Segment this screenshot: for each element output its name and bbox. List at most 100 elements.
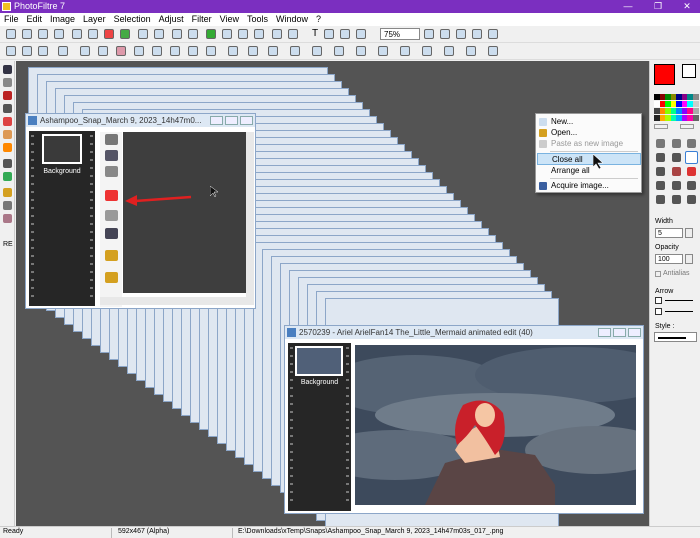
blur-tool-icon[interactable] [656,195,665,204]
filter-blur-icon[interactable] [188,46,198,56]
menu-selection[interactable]: Selection [110,13,155,24]
explorer-icon[interactable] [3,78,12,87]
script-icon[interactable] [3,104,12,113]
menu-image[interactable]: Image [46,13,79,24]
scissors-icon[interactable] [105,134,118,145]
doc-close-button[interactable] [240,116,253,125]
width-input[interactable]: 5 [655,228,683,238]
transform-icon[interactable] [238,29,248,39]
opacity-input[interactable]: 100 [655,254,683,264]
filter-watercolor-icon[interactable] [444,46,454,56]
width-spinner[interactable] [685,228,693,238]
filter-gamma-icon[interactable] [80,46,90,56]
redo-icon[interactable] [120,29,130,39]
capture-icon[interactable] [3,214,12,223]
filter-edge-icon[interactable] [268,46,278,56]
filter-texture-icon[interactable] [290,46,300,56]
filter-oil-icon[interactable] [422,46,432,56]
shape-icon[interactable] [324,29,334,39]
layer-thumbnail[interactable] [42,134,82,164]
layer-icon[interactable] [206,29,216,39]
fx-icon[interactable] [3,130,12,139]
transfer-icon[interactable] [105,166,118,177]
paste-icon[interactable] [88,29,98,39]
antialias-checkbox[interactable] [655,271,661,277]
cut-icon[interactable] [72,29,82,39]
open-gif-icon[interactable] [105,250,118,261]
filter-gradient-icon[interactable] [312,46,322,56]
document-title-bar[interactable]: Ashampoo_Snap_March 9, 2023_14h47m0... [26,114,255,127]
folder-icon[interactable] [3,188,12,197]
line-tool-icon[interactable] [685,151,698,164]
hand-tool-icon[interactable] [687,139,696,148]
filter-brightness-icon[interactable] [58,46,68,56]
spray-icon[interactable] [672,167,681,176]
doc-maximize-button[interactable] [613,328,626,337]
opacity-spinner[interactable] [685,254,693,264]
palette-icon[interactable] [3,143,12,152]
filter-mosaic-icon[interactable] [400,46,410,56]
zoom-out-icon[interactable] [440,29,450,39]
filter-auto-icon[interactable] [6,46,16,56]
open-icon[interactable] [22,29,32,39]
new-icon[interactable] [6,29,16,39]
open-folder-icon[interactable] [105,272,118,283]
doc-close-button[interactable] [628,328,641,337]
menu-item-acquire[interactable]: Acquire image... [537,180,641,192]
line-style-select[interactable] [654,332,697,342]
save-image-icon[interactable] [105,150,118,161]
select-tool-icon[interactable] [672,139,681,148]
menu-filter[interactable]: Filter [188,13,216,24]
doc-maximize-button[interactable] [225,116,238,125]
mask-icon[interactable] [356,29,366,39]
menu-help[interactable]: ? [312,13,325,24]
vertical-scrollbar[interactable] [246,132,254,297]
horizontal-scrollbar[interactable] [100,297,254,305]
smudge-icon[interactable] [687,181,696,190]
image-size-icon[interactable] [138,29,148,39]
background-color[interactable] [682,64,696,78]
menu-window[interactable]: Window [272,13,312,24]
filter-vignette-icon[interactable] [356,46,366,56]
filter-fade-icon[interactable] [334,46,344,56]
filter-sepia-icon[interactable] [152,46,162,56]
blank-icon[interactable] [105,210,118,221]
save-html-icon[interactable] [105,228,118,239]
red-f-icon[interactable] [105,190,118,201]
eraser-icon[interactable] [687,167,696,176]
menu-view[interactable]: View [216,13,243,24]
foreground-color[interactable] [654,64,675,85]
filter-levels-icon[interactable] [22,46,32,56]
favorites-icon[interactable] [3,91,12,100]
palette-next-button[interactable] [680,124,694,129]
stamp-icon[interactable] [687,195,696,204]
menu-file[interactable]: File [0,13,23,24]
canvas-size-icon[interactable] [154,29,164,39]
fit-window-icon[interactable] [472,29,482,39]
selection-icon[interactable] [222,29,232,39]
layer-thumbnail[interactable] [295,346,343,376]
browser-icon[interactable] [3,65,12,74]
layers-icon[interactable] [3,172,12,181]
filter-lighting-icon[interactable] [378,46,388,56]
close-button[interactable]: ✕ [676,0,698,13]
menu-tools[interactable]: Tools [243,13,272,24]
eyedropper-icon[interactable] [656,153,665,162]
drop-icon[interactable] [672,195,681,204]
flip-icon[interactable] [188,29,198,39]
pencil-icon[interactable] [672,181,681,190]
menu-item-arrange-all[interactable]: Arrange all [537,165,641,177]
document-window-ashampoo[interactable]: Ashampoo_Snap_March 9, 2023_14h47m0... B… [25,113,256,309]
filter-pencil-icon[interactable] [466,46,476,56]
document-canvas[interactable] [123,132,252,293]
actual-size-icon[interactable] [456,29,466,39]
filter-saturation-icon[interactable] [98,46,108,56]
undo-icon[interactable] [104,29,114,39]
plugin-icon[interactable] [3,117,12,126]
maximize-button[interactable]: ❐ [647,0,669,13]
minimize-button[interactable]: — [617,0,639,13]
filter-invert-icon[interactable] [170,46,180,56]
save-icon[interactable] [38,29,48,39]
grid-icon[interactable] [254,29,264,39]
crop-icon[interactable] [172,29,182,39]
